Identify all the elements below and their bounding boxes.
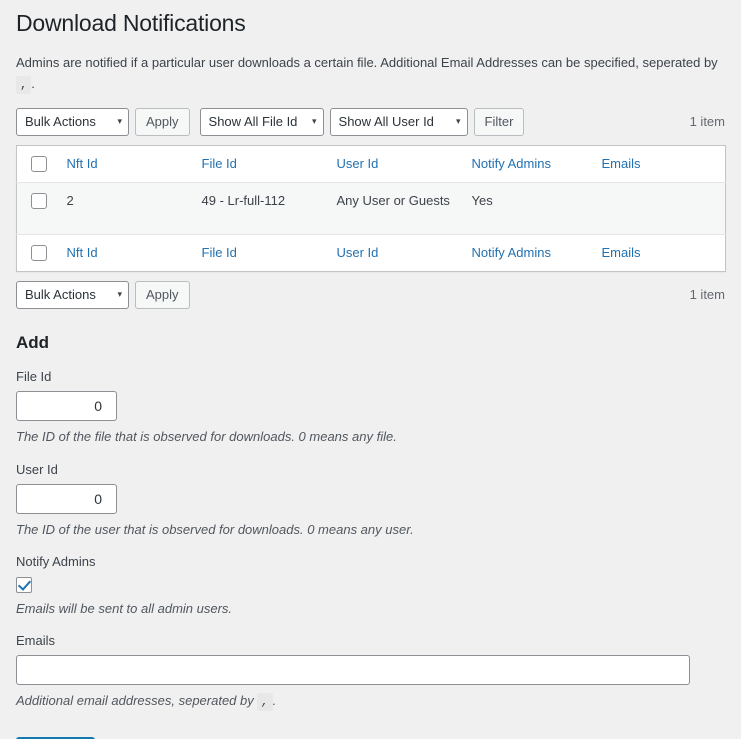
tablenav-bottom: Bulk Actions ▾ Apply 1 item [16,280,725,310]
displaying-num-top: 1 item [689,114,725,130]
column-footer-file-id[interactable]: File Id [191,233,327,272]
column-footer-notify-admins[interactable]: Notify Admins [461,233,592,272]
notifications-table: Nft Id File Id User Id Notify Admins Ema… [16,144,726,272]
apply-button-bottom[interactable]: Apply [135,280,190,309]
table-body: 2 49 - Lr-full-112 Any User or Guests Ye… [16,181,726,235]
table-header-row: Nft Id File Id User Id Notify Admins Ema… [17,145,726,182]
select-all-checkbox-top[interactable] [31,155,47,172]
notify-admins-help: Emails will be sent to all admin users. [16,600,233,616]
column-footer-user-id[interactable]: User Id [326,233,462,272]
select-all-checkbox-bottom[interactable] [31,244,47,261]
emails-help: Additional email addresses, seperated by… [16,691,725,712]
tablenav-top: Bulk Actions ▾ Apply Show All File Id ▾ … [16,107,725,137]
cell-file-id: 49 - Lr-full-112 [191,181,327,235]
user-id-input[interactable] [16,483,117,514]
column-header-file-id[interactable]: File Id [192,145,327,182]
field-file-id: File Id The ID of the file that is obser… [16,368,725,447]
user-id-help: The ID of the user that is observed for … [16,521,414,537]
bulk-actions-select-bottom-label: Bulk Actions [25,287,96,303]
table-row: 2 49 - Lr-full-112 Any User or Guests Ye… [16,181,726,235]
emails-help-prefix: Additional email addresses, seperated by [16,693,254,709]
emails-label: Emails [16,633,56,649]
file-id-help: The ID of the file that is observed for … [16,429,397,445]
table-foot: Nft Id File Id User Id Notify Admins Ema… [16,233,726,272]
column-footer-emails[interactable]: Emails [591,233,726,272]
table-head: Nft Id File Id User Id Notify Admins Ema… [17,145,726,182]
page-description-text: Admins are notified if a particular user… [16,54,718,70]
filter-button[interactable]: Filter [473,107,525,136]
chevron-down-icon: ▾ [312,116,317,127]
chevron-down-icon: ▾ [117,289,122,300]
file-id-filter-label: Show All File Id [208,114,298,130]
file-id-label: File Id [16,368,52,384]
field-user-id: User Id The ID of the user that is obser… [16,461,725,540]
apply-button-top[interactable]: Apply [135,107,190,136]
column-footer-nft-id[interactable]: Nft Id [56,233,192,272]
row-checkbox[interactable] [31,192,47,209]
user-id-filter-label: Show All User Id [338,114,434,130]
table-footer-row: Nft Id File Id User Id Notify Admins Ema… [16,233,726,272]
emails-help-suffix: . [272,693,277,709]
user-id-filter-select[interactable]: Show All User Id ▾ [329,107,468,136]
row-select-cell [16,181,57,235]
field-notify-admins: Notify Admins Emails will be sent to all… [16,553,725,618]
cell-nft-id: 2 [56,181,192,235]
cell-notify-admins: Yes [461,181,592,235]
notify-admins-label: Notify Admins [16,554,96,570]
field-emails: Emails Additional email addresses, seper… [16,632,725,712]
column-header-nft-id[interactable]: Nft Id [57,145,192,182]
bulk-actions-select-bottom[interactable]: Bulk Actions ▾ [16,280,129,309]
page-description: Admins are notified if a particular user… [16,53,725,95]
add-section-heading: Add [16,332,50,352]
admin-page-wrap: Download Notifications Admins are notifi… [0,0,741,739]
select-all-header [17,145,57,182]
page-title: Download Notifications [16,10,246,36]
user-id-label: User Id [16,461,58,477]
separator-code: , [16,75,32,94]
cell-user-id: Any User or Guests [326,181,462,235]
page-description-suffix: . [31,75,35,91]
file-id-input[interactable] [16,391,117,422]
chevron-down-icon: ▾ [456,116,461,127]
cell-emails [591,181,726,235]
separator-code: , [257,693,273,712]
bulk-actions-select-top-label: Bulk Actions [25,114,96,130]
select-all-footer [16,233,57,272]
file-id-filter-select[interactable]: Show All File Id ▾ [199,107,324,136]
bulk-actions-select-top[interactable]: Bulk Actions ▾ [16,107,129,136]
chevron-down-icon: ▾ [117,116,122,127]
column-header-emails[interactable]: Emails [592,145,726,182]
emails-input[interactable] [16,655,690,686]
notify-admins-checkbox[interactable] [16,576,32,593]
column-header-notify-admins[interactable]: Notify Admins [462,145,592,182]
displaying-num-bottom: 1 item [689,287,725,303]
column-header-user-id[interactable]: User Id [327,145,462,182]
